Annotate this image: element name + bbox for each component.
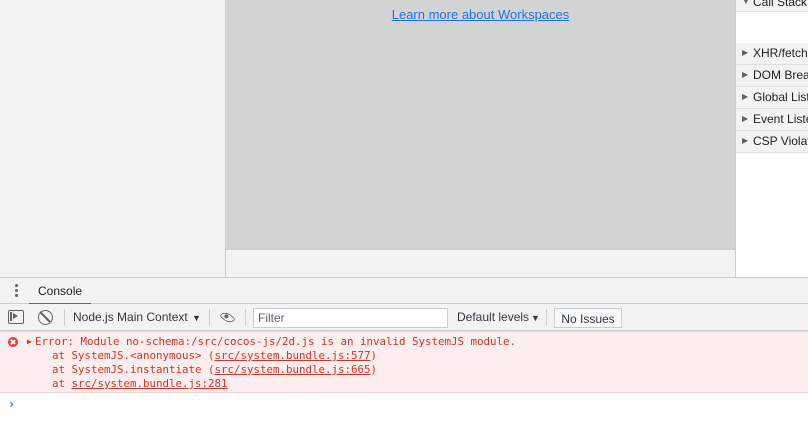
pane-label: DOM Breakpoints [753, 68, 808, 82]
toolbar-divider [209, 309, 210, 326]
xhr-breakpoints-pane[interactable]: ▶ XHR/fetch Breakpoints [736, 43, 808, 65]
stack-frame: at SystemJS.<anonymous> (src/system.bund… [52, 349, 378, 362]
editor-placeholder: Learn more about Workspaces [226, 0, 735, 249]
collapsed-triangle-icon: ▶ [742, 70, 749, 79]
expanded-triangle-icon: ▼ [742, 0, 750, 6]
error-icon [8, 337, 18, 347]
chevron-down-icon[interactable]: ▼ [531, 313, 540, 323]
eye-icon[interactable] [219, 309, 236, 326]
tab-console[interactable]: Console [29, 278, 91, 305]
call-stack-pane[interactable]: ▼ Call Stack [736, 0, 808, 12]
stack-frame: at SystemJS.instantiate (src/system.bund… [52, 363, 378, 376]
toolbar-divider [546, 309, 547, 326]
pane-label: Call Stack [753, 0, 808, 9]
collapsed-triangle-icon: ▶ [742, 48, 749, 57]
collapsed-triangle-icon: ▶ [742, 136, 749, 145]
call-stack-content [736, 12, 808, 43]
sidebar-toggle-icon[interactable] [8, 310, 24, 324]
toolbar-divider [245, 309, 246, 326]
editor-footer [226, 249, 735, 277]
tab-label: Console [38, 284, 83, 298]
global-listeners-pane[interactable]: ▶ Global Listeners [736, 87, 808, 109]
debugger-sidebar: ▼ Call Stack ▶ XHR/fetch Breakpoints ▶ D… [735, 0, 808, 277]
learn-workspaces-link[interactable]: Learn more about Workspaces [226, 7, 735, 22]
expand-triangle-icon[interactable]: ▶ [27, 337, 32, 346]
drawer-menu-icon[interactable] [10, 283, 22, 299]
filter-input[interactable] [253, 308, 448, 328]
drawer-tab-bar: Console [0, 277, 808, 305]
sources-panel: Learn more about Workspaces ▼ Call Stack… [0, 0, 808, 277]
pane-label: XHR/fetch Breakpoints [753, 46, 808, 60]
console-toolbar: Node.js Main Context ▼ Default levels ▼ … [0, 304, 808, 331]
context-selector[interactable]: Node.js Main Context [73, 310, 188, 326]
event-listener-breakpoints-pane[interactable]: ▶ Event Listener Breakpoints [736, 109, 808, 131]
clear-console-icon[interactable] [38, 310, 53, 325]
csp-violation-breakpoints-pane[interactable]: ▶ CSP Violation Breakpoints [736, 131, 808, 153]
console-prompt[interactable]: › [8, 397, 15, 411]
source-link[interactable]: src/system.bundle.js:577 [215, 349, 371, 362]
chevron-down-icon[interactable]: ▼ [192, 313, 201, 323]
stack-frame: at src/system.bundle.js:281 [52, 377, 228, 390]
error-text: Error: Module no-schema:/src/cocos-js/2d… [35, 335, 517, 348]
pane-label: Event Listener Breakpoints [753, 112, 808, 126]
toolbar-divider [64, 309, 65, 326]
issues-button[interactable]: No Issues [554, 308, 622, 328]
dom-breakpoints-pane[interactable]: ▶ DOM Breakpoints [736, 65, 808, 87]
console-messages: ▶ Error: Module no-schema:/src/cocos-js/… [0, 331, 808, 441]
error-message: ▶ Error: Module no-schema:/src/cocos-js/… [0, 331, 808, 393]
collapsed-triangle-icon: ▶ [742, 114, 749, 123]
log-levels-selector[interactable]: Default levels [457, 310, 529, 324]
file-navigator [0, 0, 226, 277]
source-link[interactable]: src/system.bundle.js:665 [215, 363, 371, 376]
collapsed-triangle-icon: ▶ [742, 92, 749, 101]
source-link[interactable]: src/system.bundle.js:281 [72, 377, 228, 390]
pane-label: Global Listeners [753, 90, 808, 104]
pane-label: CSP Violation Breakpoints [753, 134, 808, 148]
